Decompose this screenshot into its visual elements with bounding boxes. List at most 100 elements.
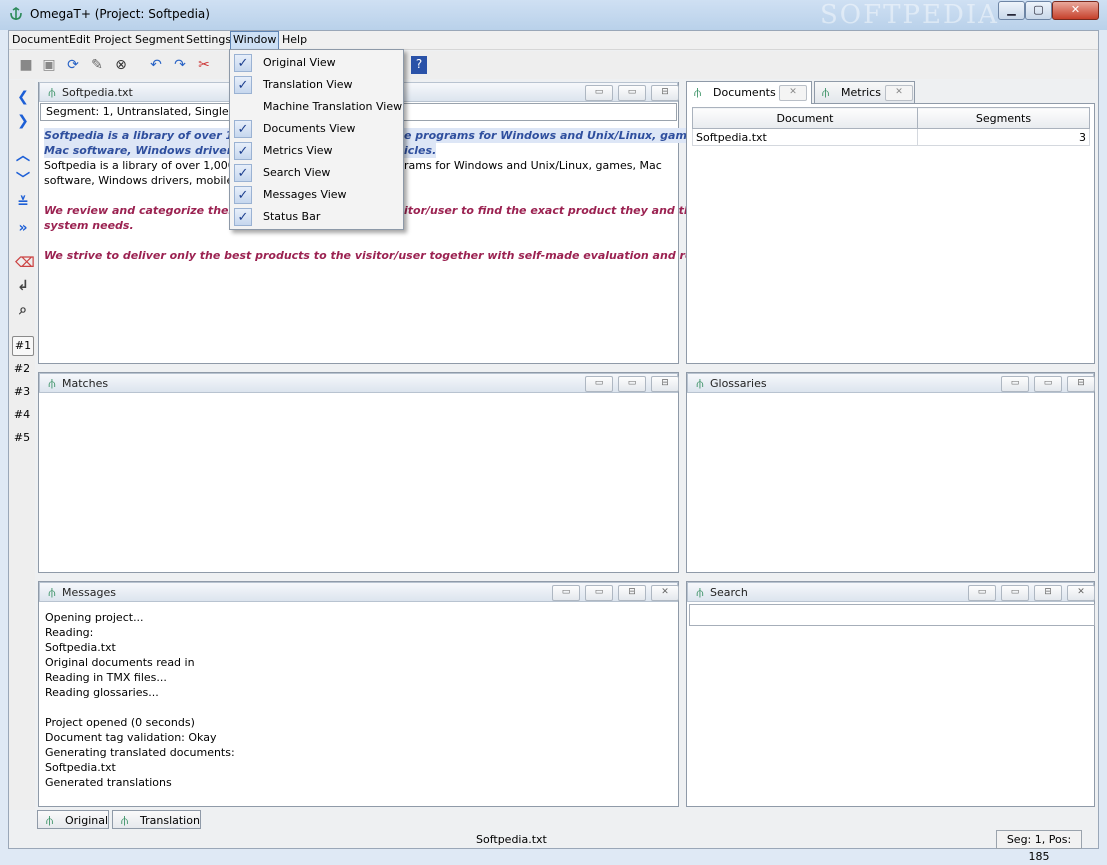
table-row[interactable]: Softpedia.txt 3 (692, 128, 1090, 146)
nav-match-5[interactable]: #5 (12, 429, 32, 447)
menu-edit[interactable]: Edit (69, 33, 90, 46)
menu-item-status-bar[interactable]: ✓ Status Bar (230, 206, 403, 228)
check-icon: ✓ (234, 208, 252, 226)
messages-pane-header: ⫛ Messages ▭ ▭ ⊟ ✕ (39, 582, 679, 602)
document-name-cell[interactable]: Softpedia.txt (692, 128, 918, 146)
magnifier-icon[interactable]: ⌕ (15, 302, 31, 318)
target-text-line-1a[interactable]: Softpedia is a library of over 1,000,000 (44, 158, 259, 173)
nav-match-1[interactable]: #1 (12, 336, 34, 356)
status-file-name: Softpedia.txt (476, 833, 547, 846)
refresh-icon[interactable]: ⟳ (65, 57, 81, 73)
search-input[interactable] (689, 604, 1095, 626)
menu-item-translation-view[interactable]: ✓ Translation View (230, 74, 403, 96)
jump-forward-icon[interactable]: » (15, 220, 31, 236)
first-segment-icon[interactable]: ︿ (15, 148, 31, 164)
pane-close-button[interactable]: ✕ (1067, 585, 1095, 601)
pane-maximize-button[interactable]: ▭ (585, 585, 613, 601)
redo-icon[interactable]: ↷ (172, 57, 188, 73)
nav-match-2[interactable]: #2 (12, 360, 32, 378)
pane-restore-button[interactable]: ⊟ (651, 376, 679, 392)
tab-documents[interactable]: ⫛ Documents ✕ (686, 81, 812, 104)
menu-window[interactable]: Window (230, 31, 280, 50)
save-icon[interactable]: ■ (18, 57, 34, 73)
window-menu-dropdown: ✓ Original View ✓ Translation View Machi… (229, 49, 404, 230)
tab-metrics[interactable]: ⫛ Metrics ✕ (814, 81, 915, 103)
eraser-icon[interactable]: ⌫ (15, 255, 35, 271)
close-window-button[interactable]: ✕ (1052, 1, 1099, 20)
menu-project[interactable]: Project (94, 33, 132, 46)
maximize-button[interactable]: ▢ (1025, 1, 1052, 20)
tab-original[interactable]: ⫛ Original (37, 810, 109, 829)
segments-count-cell[interactable]: 3 (917, 128, 1090, 146)
last-segment-icon[interactable]: ≚ (15, 195, 31, 211)
close-tab-icon[interactable]: ✕ (885, 85, 913, 101)
menu-item-documents-view[interactable]: ✓ Documents View (230, 118, 403, 140)
omegat-app-icon (8, 6, 24, 22)
undo-icon[interactable]: ↶ (148, 57, 164, 73)
menu-document[interactable]: Document (12, 33, 69, 46)
pane-minimize-button[interactable]: ▭ (968, 585, 996, 601)
omegat-icon: ⫛ (48, 585, 56, 599)
message-line: Project opened (0 seconds) (45, 716, 195, 729)
glossaries-pane (686, 372, 1095, 573)
pane-restore-button[interactable]: ⊟ (1034, 585, 1062, 601)
previous-segment-icon[interactable]: ❮ (15, 89, 31, 105)
pane-minimize-button[interactable]: ▭ (585, 85, 613, 101)
pane-minimize-button[interactable]: ▭ (585, 376, 613, 392)
menu-item-label: Machine Translation View (263, 100, 403, 113)
message-line: Opening project... (45, 611, 144, 624)
messages-pane-title: Messages (62, 586, 116, 599)
tab-documents-label: Documents (713, 86, 776, 99)
pane-maximize-button[interactable]: ▭ (1034, 376, 1062, 392)
menu-item-label: Original View (263, 56, 336, 69)
cut-icon[interactable]: ✂ (196, 57, 212, 73)
target-text-line-2[interactable]: software, Windows drivers, mobile de (44, 173, 250, 188)
menu-item-label: Documents View (263, 122, 356, 135)
message-line: Softpedia.txt (45, 641, 116, 654)
source-text-line-2b: icles. (404, 143, 437, 158)
menu-item-messages-view[interactable]: ✓ Messages View (230, 184, 403, 206)
minimize-button[interactable]: ▁ (998, 1, 1025, 20)
close-project-icon[interactable]: ▣ (41, 57, 57, 73)
toolbar: ■ ▣ ⟳ ✎ ⊗ ↶ ↷ ✂ ? (9, 51, 1098, 79)
watermark-logo: SOFTPEDIA (820, 0, 999, 30)
column-header-document[interactable]: Document (692, 107, 918, 129)
pane-restore-button[interactable]: ⊟ (618, 585, 646, 601)
menu-segment[interactable]: Segment (135, 33, 185, 46)
insert-icon[interactable]: ↲ (15, 278, 31, 294)
message-line: Softpedia.txt (45, 761, 116, 774)
column-header-segments[interactable]: Segments (917, 107, 1090, 129)
tab-translation[interactable]: ⫛ Translation (112, 810, 201, 829)
window-title: OmegaT+ (Project: Softpedia) (30, 7, 210, 21)
close-tab-icon[interactable]: ✕ (779, 85, 807, 101)
pane-maximize-button[interactable]: ▭ (618, 85, 646, 101)
help-icon[interactable]: ? (411, 56, 427, 74)
menu-item-metrics-view[interactable]: ✓ Metrics View (230, 140, 403, 162)
wrench-icon[interactable]: ✎ (89, 57, 105, 73)
pane-maximize-button[interactable]: ▭ (618, 376, 646, 392)
glossaries-pane-title: Glossaries (710, 377, 767, 390)
target-text-line-1b[interactable]: rams for Windows and Unix/Linux, games, … (404, 158, 662, 173)
message-line: Reading: (45, 626, 94, 639)
menu-item-original-view[interactable]: ✓ Original View (230, 52, 403, 74)
pane-restore-button[interactable]: ⊟ (651, 85, 679, 101)
pane-minimize-button[interactable]: ▭ (552, 585, 580, 601)
tab-metrics-label: Metrics (841, 86, 881, 99)
nav-match-4[interactable]: #4 (12, 406, 32, 424)
message-line: Reading in TMX files... (45, 671, 167, 684)
pane-maximize-button[interactable]: ▭ (1001, 585, 1029, 601)
pane-minimize-button[interactable]: ▭ (1001, 376, 1029, 392)
check-icon: ✓ (234, 164, 252, 182)
pane-restore-button[interactable]: ⊟ (1067, 376, 1095, 392)
source-text-line-1b: e programs for Windows and Unix/Linux, g… (404, 128, 706, 143)
menu-item-search-view[interactable]: ✓ Search View (230, 162, 403, 184)
nav-match-3[interactable]: #3 (12, 383, 32, 401)
menu-settings[interactable]: Settings (186, 33, 231, 46)
next-segment-icon[interactable]: ❯ (15, 113, 31, 129)
menu-item-machine-translation-view[interactable]: Machine Translation View (230, 96, 403, 118)
menu-help[interactable]: Help (282, 33, 307, 46)
menu-item-label: Messages View (263, 188, 347, 201)
cancel-icon[interactable]: ⊗ (113, 57, 129, 73)
pane-close-button[interactable]: ✕ (651, 585, 679, 601)
next-untranslated-icon[interactable]: ﹀ (15, 172, 31, 188)
